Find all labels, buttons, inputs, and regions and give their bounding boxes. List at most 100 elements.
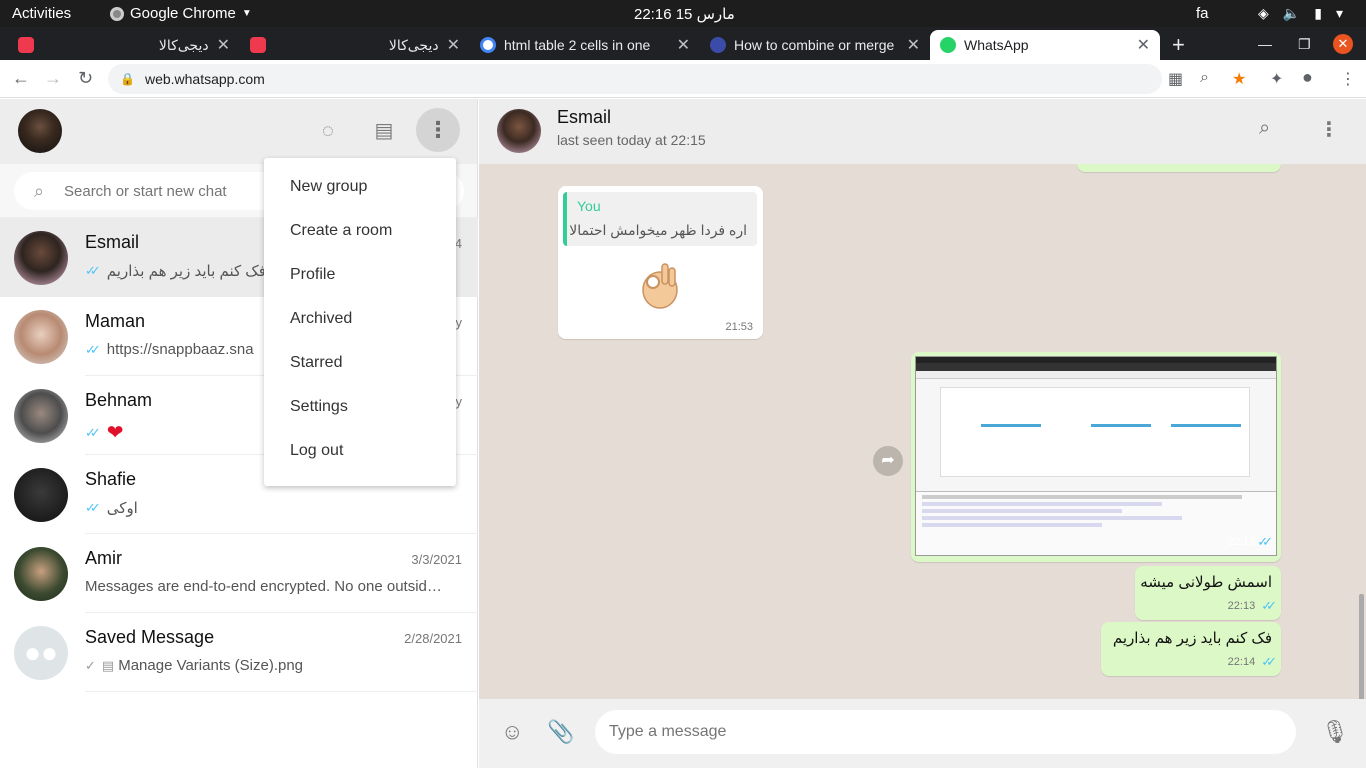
message-composer: ☺ 📎 🎙: [479, 699, 1366, 768]
menu-icon[interactable]: ⋮: [1319, 117, 1339, 142]
back-icon[interactable]: ←: [12, 68, 30, 89]
menu-item-starred[interactable]: Starred: [264, 341, 456, 385]
maximize-button[interactable]: ❐: [1298, 36, 1311, 53]
avatar: [14, 310, 68, 364]
url-text: web.whatsapp.com: [144, 71, 265, 87]
image-message[interactable]: 22:13 ✓✓: [911, 352, 1281, 562]
chat-name: Behnam: [85, 390, 153, 410]
activities-button[interactable]: Activities: [12, 5, 71, 22]
avatar: [14, 231, 68, 285]
screenshot-thumbnail[interactable]: [915, 356, 1277, 556]
quote-text: اره فردا ظهر میخوامش احتمالا: [569, 222, 747, 238]
bookmark-star-icon[interactable]: ★: [1232, 69, 1246, 89]
ok-hand-emoji: [642, 263, 678, 309]
google-icon: [480, 37, 496, 53]
address-bar[interactable]: 🔒 web.whatsapp.com: [108, 64, 1162, 94]
message-input[interactable]: [595, 710, 1296, 754]
quoted-message[interactable]: You اره فردا ظهر میخوامش احتمالا: [563, 192, 757, 246]
message-bubble[interactable]: [1077, 164, 1281, 172]
message-bubble[interactable]: اسمش طولانی میشه 22:13 ✓✓: [1135, 566, 1281, 620]
chat-name: Amir: [85, 548, 122, 568]
avatar[interactable]: [18, 109, 62, 153]
close-icon[interactable]: ✕: [677, 35, 690, 55]
message-time-text: 22:13: [1227, 600, 1256, 612]
os-top-bar: Activities Google Chrome ▼ مارس 15 22:16…: [0, 0, 1366, 27]
message-text: اسمش طولانی میشه: [1140, 574, 1272, 591]
chat-name: Esmail: [85, 232, 140, 252]
qr-icon[interactable]: ▦: [1168, 69, 1183, 89]
app-menu[interactable]: Google Chrome ▼: [110, 5, 252, 22]
scrollbar[interactable]: [1359, 594, 1364, 699]
network-icon: ◈: [1258, 5, 1269, 21]
reload-icon[interactable]: ↻: [78, 68, 93, 89]
sidebar-header: ◌ ▤ ⋮: [0, 99, 477, 164]
chat-item-saved-message[interactable]: ●● Saved Message 2/28/2021 ✓ ▤ Manage Va…: [0, 613, 478, 692]
more-icon[interactable]: ⋮: [1340, 69, 1356, 89]
microphone-icon[interactable]: 🎙: [1321, 719, 1349, 745]
new-tab-button[interactable]: +: [1172, 32, 1185, 58]
search-icon[interactable]: ⌕: [1259, 117, 1270, 140]
message-bubble[interactable]: فک کنم باید زیر هم بذاریم 22:14 ✓✓: [1101, 622, 1281, 676]
chat-item-amir[interactable]: Amir 3/3/2021 Messages are end-to-end en…: [0, 534, 478, 613]
stackoverflow-icon: [710, 37, 726, 53]
double-check-icon: ✓✓: [85, 263, 101, 278]
double-check-icon: ✓✓: [85, 341, 101, 357]
heart-icon: ❤: [106, 422, 124, 444]
close-icon[interactable]: ✕: [1137, 35, 1150, 55]
message-list[interactable]: You اره فردا ظهر میخوامش احتمالا 21:53 ➦: [479, 164, 1366, 699]
lock-icon: 🔒: [120, 72, 135, 86]
close-icon[interactable]: ✕: [447, 35, 460, 55]
clock[interactable]: مارس 15 22:16: [634, 5, 735, 23]
quote-author: You: [577, 198, 601, 214]
avatar: [14, 389, 68, 443]
forward-icon[interactable]: →: [44, 68, 62, 89]
tab-stackoverflow[interactable]: How to combine or merge ✕: [700, 30, 930, 60]
system-tray[interactable]: ◈ 🔈 ▮ ▾: [1258, 5, 1343, 22]
tab-digikala-1[interactable]: دیجی‌کالا ✕: [8, 30, 240, 60]
tab-google-search[interactable]: html table 2 cells in one ✕: [470, 30, 700, 60]
close-icon[interactable]: ✕: [907, 35, 920, 55]
chat-name: Maman: [85, 311, 146, 331]
contact-status: last seen today at 22:15: [557, 132, 706, 148]
menu-item-profile[interactable]: Profile: [264, 253, 456, 297]
menu-item-settings[interactable]: Settings: [264, 385, 456, 429]
contact-name: Esmail: [557, 107, 612, 127]
attach-icon[interactable]: 📎: [547, 719, 574, 745]
conversation-header[interactable]: Esmail last seen today at 22:15 ⌕ ⋮: [479, 99, 1366, 164]
whatsapp-icon: [940, 37, 956, 53]
double-check-icon: ✓✓: [1257, 534, 1273, 549]
menu-item-archived[interactable]: Archived: [264, 297, 456, 341]
avatar[interactable]: [497, 109, 541, 153]
chat-preview: ✓✓ اوکی: [85, 499, 455, 517]
menu-item-create-room[interactable]: Create a room: [264, 209, 456, 253]
new-chat-icon[interactable]: ▤: [370, 117, 398, 145]
extensions-icon[interactable]: ✦: [1270, 69, 1283, 89]
message-time: 22:13 ✓✓: [1227, 598, 1277, 614]
zoom-icon[interactable]: ⌕: [1200, 69, 1209, 87]
chat-preview-text: فک کنم باید زیر هم بذاریم: [106, 263, 266, 280]
profile-icon[interactable]: ●: [1302, 67, 1313, 88]
menu-icon[interactable]: ⋮: [416, 108, 460, 152]
close-icon[interactable]: ✕: [217, 35, 230, 55]
menu-item-new-group[interactable]: New group: [264, 165, 456, 209]
tab-digikala-2[interactable]: دیجی‌کالا ✕: [240, 30, 470, 60]
message-bubble[interactable]: You اره فردا ظهر میخوامش احتمالا 21:53: [558, 186, 763, 339]
tab-whatsapp[interactable]: WhatsApp ✕: [930, 30, 1160, 60]
chat-name: Shafie: [85, 469, 137, 489]
minimize-button[interactable]: —: [1258, 36, 1272, 52]
emoji-icon[interactable]: ☺: [501, 719, 523, 745]
forward-icon[interactable]: ➦: [873, 446, 903, 476]
input-language[interactable]: fa: [1196, 5, 1209, 22]
status-icon[interactable]: ◌: [314, 117, 342, 145]
volume-icon: 🔈: [1282, 5, 1301, 21]
message-time-text: 22:14: [1227, 656, 1256, 668]
message-time-text: 22:13: [1227, 536, 1256, 548]
single-check-icon: ✓: [85, 657, 96, 673]
menu-item-log-out[interactable]: Log out: [264, 429, 456, 473]
chat-preview: Messages are end-to-end encrypted. No on…: [85, 578, 455, 595]
group-icon: ●●: [14, 626, 68, 680]
chat-date: 2/28/2021: [404, 631, 462, 646]
window-close-button[interactable]: ✕: [1333, 34, 1353, 54]
app-name: Google Chrome: [130, 5, 236, 22]
chrome-icon: [110, 6, 124, 21]
